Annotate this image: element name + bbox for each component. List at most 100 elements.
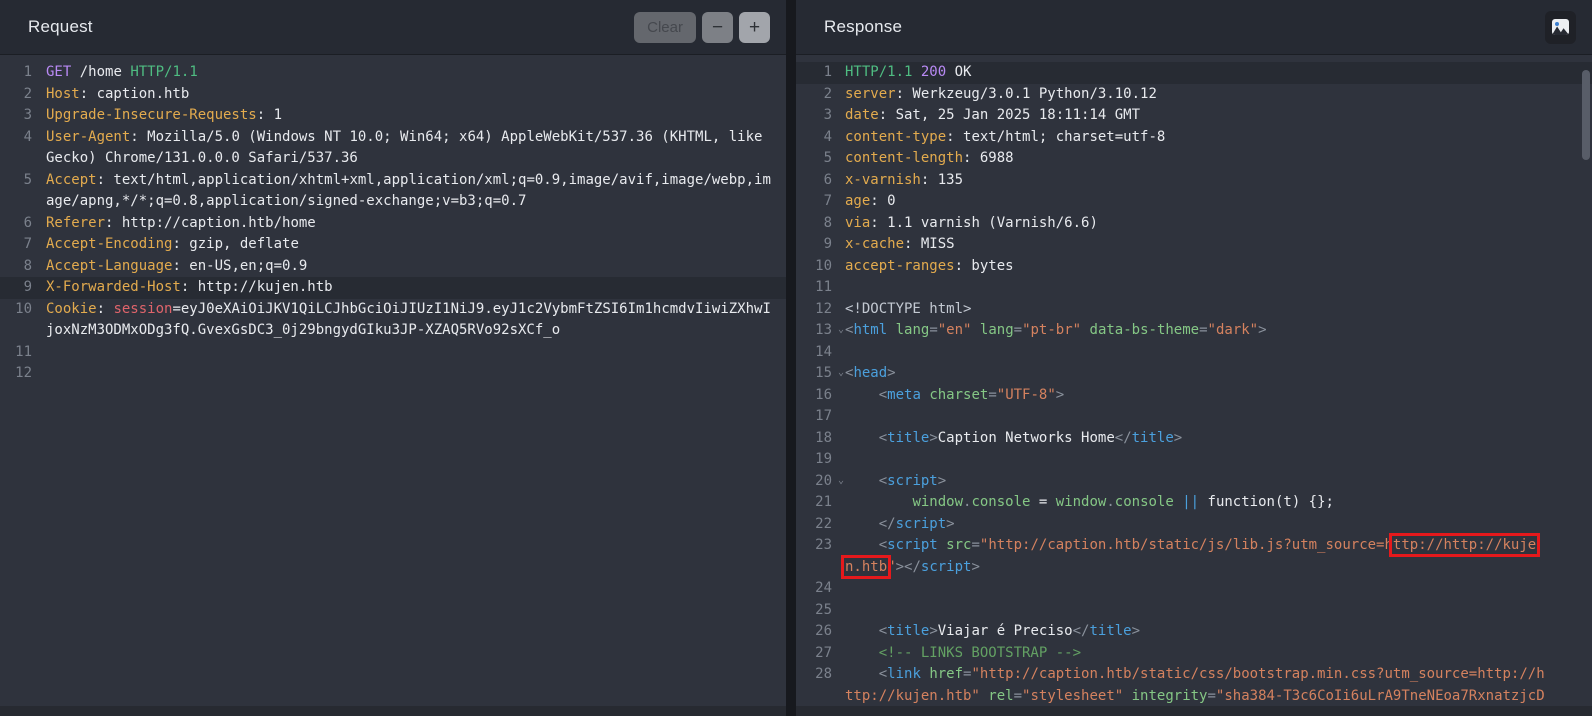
code-line: Accept-Language: en-US,en;q=0.9 [46,256,307,278]
code-row: 20 ⌄ <script> [796,471,1592,493]
response-header-actions [1545,10,1576,44]
code-token: Accept-Encoding [46,236,173,252]
code-token: = [1013,322,1023,338]
code-token: > [937,472,947,489]
code-row: 5 content-length: 6988 [796,148,1592,170]
clear-button[interactable]: Clear [634,11,696,43]
code-row: 19 [796,449,1592,471]
code-row: 8 Accept-Language: en-US,en;q=0.9 [0,256,786,278]
code-token: : 135 [920,171,964,188]
response-title: Response [824,17,903,36]
code-token: > [1258,322,1267,338]
code-row: 25 [796,600,1592,622]
code-token: link [887,666,921,682]
code-line: Gecko) Chrome/131.0.0.0 Safari/537.36 [46,148,358,170]
code-token: > [895,558,905,575]
code-token: title [887,429,930,446]
code-token: : MISS [904,236,955,252]
fold-toggle-icon[interactable]: ⌄ [838,475,844,486]
code-row: 4 content-type: text/html; charset=utf-8 [796,127,1592,149]
code-row: age/apng,*/*;q=0.8,application/signed-ex… [0,191,786,213]
code-token: : Sat, 25 Jan 2025 18:11:14 GMT [878,107,1141,123]
line-number: 12 [815,300,832,317]
code-token: lang [979,322,1014,338]
code-row-highlighted: 1 HTTP/1.1 200 OK [796,62,1592,84]
code-line: content-length: 6988 [845,148,1014,170]
code-token: <!-- LINKS BOOTSTRAP --> [878,644,1082,661]
line-number: 6 [823,171,832,188]
code-line: <title>Caption Networks Home</title> [845,428,1183,450]
line-number: 2 [23,85,32,102]
line-number: 25 [815,601,832,618]
code-line: date: Sat, 25 Jan 2025 18:11:14 GMT [845,105,1140,127]
code-token: GET [46,64,72,80]
code-token: date [845,107,879,123]
code-line: server: Werkzeug/3.0.1 Python/3.10.12 [845,84,1157,106]
line-number: 7 [823,193,832,209]
code-token: : Mozilla/5.0 (Windows NT 10.0; Win64; x… [130,128,763,145]
line-number: 9 [823,236,832,252]
code-token: = [1199,322,1208,338]
code-token: Referer [46,214,106,231]
code-line: age/apng,*/*;q=0.8,application/signed-ex… [46,191,526,213]
code-token: Host [46,85,80,102]
code-token: < [878,472,888,489]
code-token: console [1114,494,1174,510]
code-line: <meta charset="UTF-8"> [845,385,1065,407]
code-token: < [878,386,888,403]
line-number: 24 [815,580,832,596]
code-token: src [946,537,972,553]
line-number [0,191,46,213]
code-token: Accept [46,171,97,188]
fold-toggle-icon[interactable]: ⌄ [838,325,844,335]
line-number: 12 [15,365,32,381]
code-token: Cookie [46,300,97,317]
code-line: GET /home HTTP/1.1 [46,62,198,84]
code-token: age/apng,*/*;q=0.8,application/signed-ex… [46,193,527,209]
image-icon [1552,19,1569,35]
code-line: accept-ranges: bytes [845,256,1014,278]
code-row: 3 date: Sat, 25 Jan 2025 18:11:14 GMT [796,105,1592,127]
line-number: 8 [823,214,832,231]
line-number [796,686,845,707]
response-editor[interactable]: 1 HTTP/1.1 200 OK 2 server: Werkzeug/3.0.1 … [796,55,1592,706]
code-token: console [971,494,1031,510]
line-number [796,557,845,579]
vertical-scrollbar-thumb[interactable] [1582,70,1590,160]
code-line: <title>Viajar é Preciso</title> [845,621,1140,643]
code-row: 12 [0,363,786,385]
code-token: OK [946,64,972,80]
code-row: 8 via: 1.1 varnish (Varnish/6.6) [796,213,1592,235]
code-row: 22 </script> [796,514,1592,536]
code-row: Gecko) Chrome/131.0.0.0 Safari/537.36 [0,148,786,170]
code-token: "en" [937,322,972,338]
increase-font-button[interactable]: + [739,11,770,43]
line-number: 11 [815,279,832,295]
code-token: <!DOCTYPE html> [845,300,972,317]
code-token: = [1013,687,1023,704]
code-token: content-type [845,128,947,145]
code-token: /home [71,64,131,80]
code-token: server [845,85,896,102]
code-row: 2 server: Werkzeug/3.0.1 Python/3.10.12 [796,84,1592,106]
line-number: 6 [23,214,32,231]
code-line: Upgrade-Insecure-Requests: 1 [46,105,282,127]
render-image-button[interactable] [1545,10,1576,44]
decrease-font-button[interactable]: − [702,11,733,43]
request-editor[interactable]: 1 GET /home HTTP/1.1 2 Host: caption.htb 3 Up… [0,55,786,706]
code-token: : text/html,application/xhtml+xml,applic… [96,171,771,188]
code-line: Referer: http://caption.htb/home [46,213,316,235]
fold-toggle-icon[interactable]: ⌄ [838,368,844,378]
code-token: : bytes [954,257,1014,274]
line-number: 1 [823,64,832,80]
code-row: 16 <meta charset="UTF-8"> [796,385,1592,407]
code-token: = [1207,687,1216,704]
request-editor-bottom-strip [0,706,786,716]
